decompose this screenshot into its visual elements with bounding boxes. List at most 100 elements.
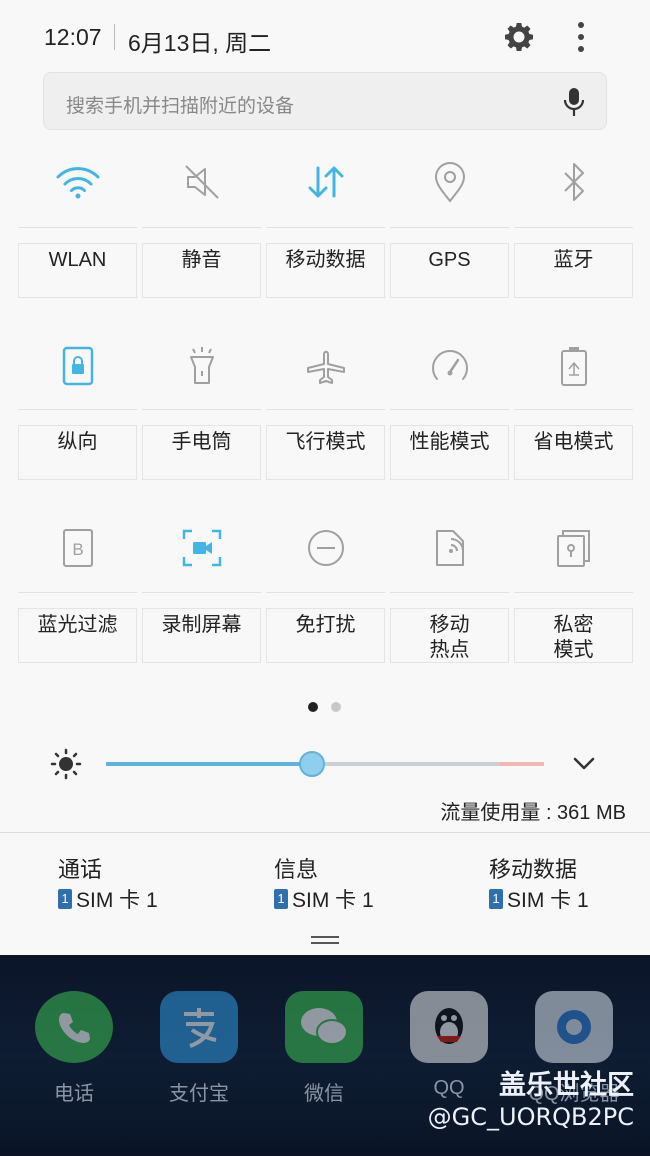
tile-label-flashlight[interactable]: 手电筒 xyxy=(142,425,261,480)
date: 6月13日, 周二 xyxy=(128,30,272,56)
airplane-icon xyxy=(307,350,345,384)
private-mode-icon xyxy=(557,530,590,567)
page-indicator-dot-active[interactable] xyxy=(308,702,318,712)
wechat-icon xyxy=(285,991,363,1063)
tile-flashlight[interactable] xyxy=(140,336,264,396)
screen-record-icon xyxy=(182,529,222,567)
slider-high-zone xyxy=(500,762,544,766)
tile-blue-light-filter[interactable]: B xyxy=(16,518,140,578)
sim-badge: 1 xyxy=(58,889,72,909)
tile-hotspot[interactable] xyxy=(388,518,512,578)
alipay-icon xyxy=(160,991,238,1063)
tile-divider xyxy=(18,592,137,593)
tile-label-private-mode[interactable]: 私密 模式 xyxy=(514,608,633,663)
do-not-disturb-icon xyxy=(308,530,344,566)
tile-label-blue-light-filter[interactable]: 蓝光过滤 xyxy=(18,608,137,663)
tile-divider xyxy=(18,409,137,410)
tile-label-performance[interactable]: 性能模式 xyxy=(390,425,509,480)
sim-data-value[interactable]: 1 SIM 卡 1 xyxy=(489,884,589,914)
slider-thumb[interactable] xyxy=(299,751,325,777)
hotspot-icon xyxy=(436,530,464,566)
sim-calls-text: SIM 卡 1 xyxy=(76,889,158,912)
tile-power-saving[interactable] xyxy=(512,336,636,396)
slider-track xyxy=(312,762,500,766)
tile-divider xyxy=(142,592,261,593)
performance-icon xyxy=(432,350,468,380)
sim-data-label[interactable]: 移动数据 xyxy=(489,852,577,884)
tile-label-airplane[interactable]: 飞行模式 xyxy=(266,425,385,480)
tile-label-gps[interactable]: GPS xyxy=(390,243,509,298)
app-label: 微信 xyxy=(304,1083,344,1105)
home-screen: 电话 支付宝 微信 QQ QQ浏览器 盖乐世社区 @GC_UORQB2PC xyxy=(0,955,650,1156)
sim-calls-label[interactable]: 通话 xyxy=(58,852,102,884)
tile-label-power-saving[interactable]: 省电模式 xyxy=(514,425,633,480)
tile-bluetooth[interactable] xyxy=(512,152,636,212)
sim-badge: 1 xyxy=(489,889,503,909)
tile-divider xyxy=(142,227,261,228)
tile-label-do-not-disturb[interactable]: 免打扰 xyxy=(266,608,385,663)
search-bar[interactable]: 搜索手机并扫描附近的设备 xyxy=(43,72,607,130)
tile-divider xyxy=(514,409,633,410)
tile-label-screen-record[interactable]: 录制屏幕 xyxy=(142,608,261,663)
page-indicator-dot[interactable] xyxy=(331,702,341,712)
tile-divider xyxy=(514,227,633,228)
sim-badge: 1 xyxy=(274,889,288,909)
app-label: 支付宝 xyxy=(169,1083,229,1105)
tile-performance[interactable] xyxy=(388,336,512,396)
mute-icon xyxy=(185,165,219,199)
chevron-down-icon[interactable] xyxy=(570,752,598,774)
tile-divider xyxy=(390,592,509,593)
tile-divider xyxy=(266,592,385,593)
status-bar: 12:07 6月13日, 周二 xyxy=(0,0,650,72)
qq-browser-icon xyxy=(535,991,613,1063)
phone-icon xyxy=(35,991,113,1063)
tile-divider xyxy=(18,227,137,228)
sim-data-text: SIM 卡 1 xyxy=(507,889,589,912)
tile-label-bluetooth[interactable]: 蓝牙 xyxy=(514,243,633,298)
slider-fill xyxy=(106,762,312,766)
sim-calls-value[interactable]: 1 SIM 卡 1 xyxy=(58,884,158,914)
tile-airplane[interactable] xyxy=(264,336,388,396)
tile-portrait[interactable] xyxy=(16,336,140,396)
brightness-icon xyxy=(50,748,82,780)
watermark-title: 盖乐世社区 xyxy=(499,1070,634,1100)
tile-divider xyxy=(514,592,633,593)
clock: 12:07 xyxy=(44,24,102,50)
app-alipay[interactable]: 支付宝 xyxy=(159,991,239,1106)
tile-label-mute[interactable]: 静音 xyxy=(142,243,261,298)
watermark-handle: @GC_UORQB2PC xyxy=(427,1103,634,1131)
tile-do-not-disturb[interactable] xyxy=(264,518,388,578)
tile-private-mode[interactable] xyxy=(512,518,636,578)
flashlight-icon xyxy=(190,347,214,384)
tile-mute[interactable] xyxy=(140,152,264,212)
app-label: 电话 xyxy=(54,1083,94,1105)
data-usage-text[interactable]: 流量使用量 : 361 MB xyxy=(440,796,626,825)
blue-light-filter-icon: B xyxy=(63,529,93,567)
drag-handle[interactable] xyxy=(311,936,339,944)
app-label: QQ xyxy=(433,1077,465,1099)
app-phone[interactable]: 电话 xyxy=(34,991,114,1106)
status-divider xyxy=(114,24,115,50)
location-icon xyxy=(434,162,466,203)
mobile-data-icon xyxy=(308,166,344,198)
qq-icon xyxy=(410,991,488,1063)
tile-gps[interactable] xyxy=(388,152,512,212)
app-qq[interactable]: QQ xyxy=(409,991,489,1100)
tile-mobile-data[interactable] xyxy=(264,152,388,212)
tile-screen-record[interactable] xyxy=(140,518,264,578)
sim-messages-value[interactable]: 1 SIM 卡 1 xyxy=(274,884,374,914)
tile-label-hotspot[interactable]: 移动 热点 xyxy=(390,608,509,663)
tile-wlan[interactable] xyxy=(16,152,140,212)
more-options-icon[interactable] xyxy=(566,20,596,54)
gear-icon[interactable] xyxy=(503,21,535,53)
app-wechat[interactable]: 微信 xyxy=(284,991,364,1106)
brightness-slider[interactable] xyxy=(106,751,544,777)
tile-label-wlan[interactable]: WLAN xyxy=(18,243,137,298)
sim-messages-text: SIM 卡 1 xyxy=(292,889,374,912)
portrait-lock-icon xyxy=(62,346,94,386)
microphone-icon[interactable] xyxy=(562,86,586,118)
tile-divider xyxy=(266,227,385,228)
tile-label-portrait[interactable]: 纵向 xyxy=(18,425,137,480)
sim-messages-label[interactable]: 信息 xyxy=(274,852,318,884)
tile-label-mobile-data[interactable]: 移动数据 xyxy=(266,243,385,298)
